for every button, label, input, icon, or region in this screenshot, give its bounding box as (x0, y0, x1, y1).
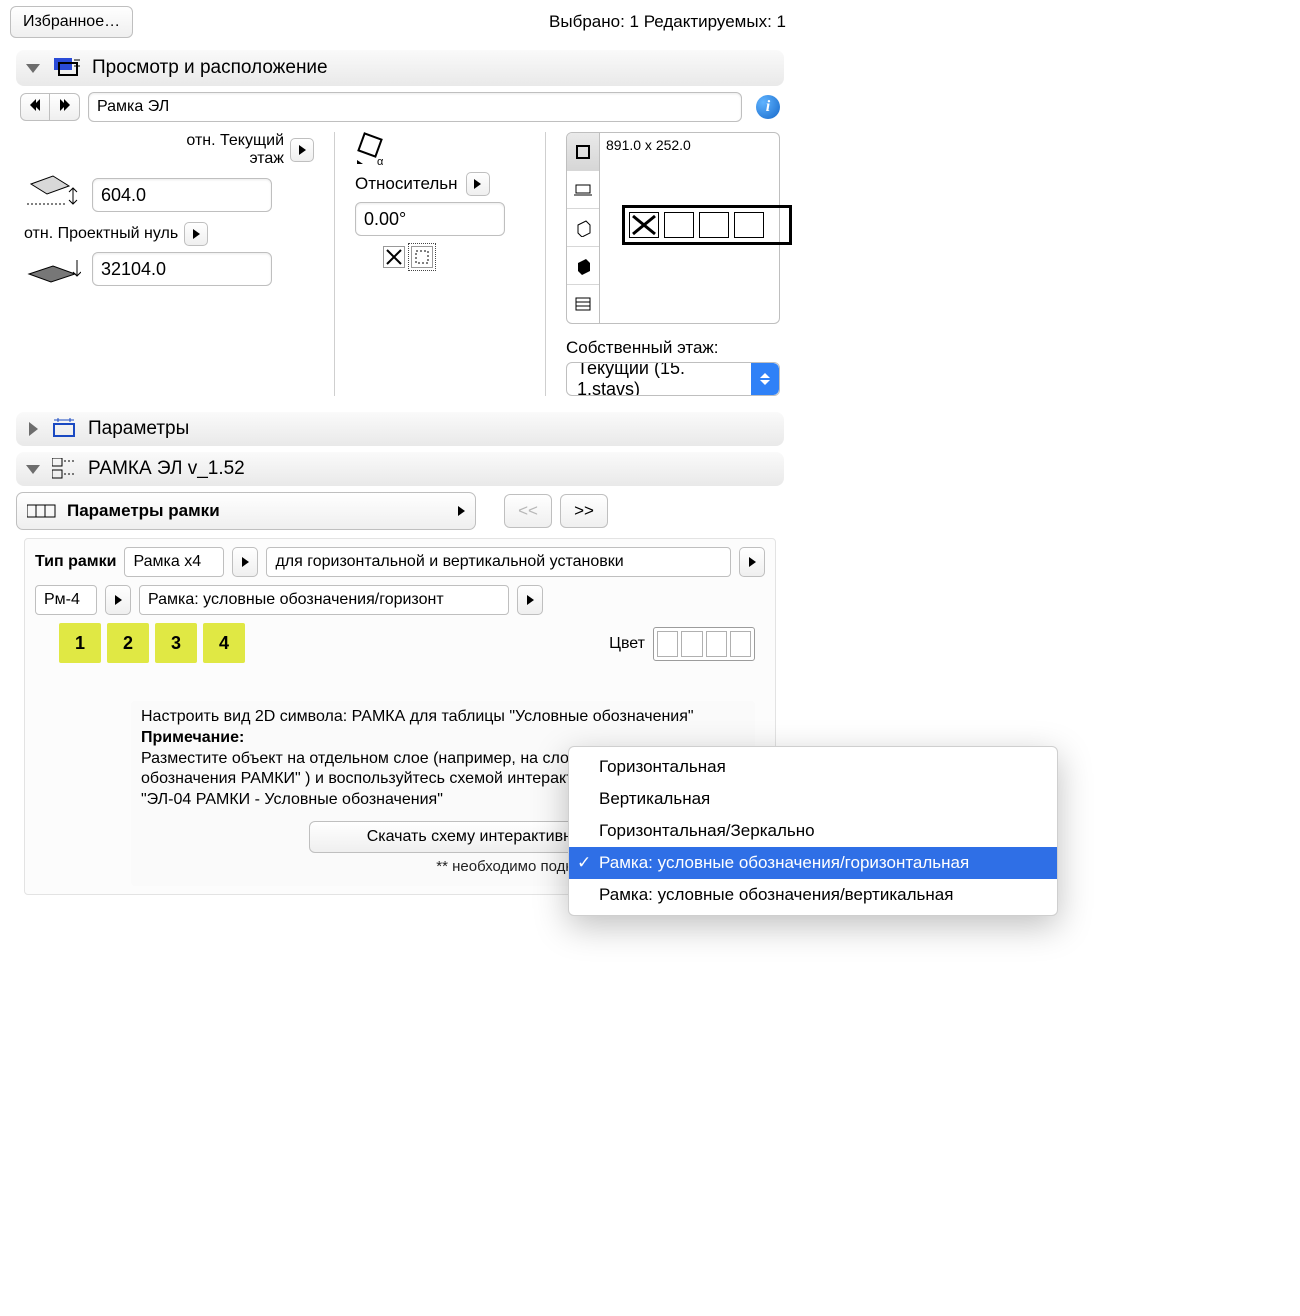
frame-type-value: Рамка x4 (124, 547, 224, 577)
frame-params-header[interactable]: Параметры рамки (16, 492, 476, 530)
object-name-field[interactable] (88, 92, 742, 122)
storey-select[interactable]: Текущий (15. 1.stavs) (566, 362, 780, 396)
frame-install-value: для горизонтальной и вертикальной устано… (266, 547, 731, 577)
color-chip[interactable] (681, 631, 702, 657)
preview-canvas: 891.0 x 252.0 (600, 132, 780, 324)
disclosure-icon (24, 460, 42, 478)
panel-parameters-title: Параметры (88, 418, 189, 440)
view-3d-icon[interactable] (567, 209, 599, 247)
height-top-field[interactable] (92, 178, 272, 212)
disclosure-icon (24, 420, 42, 438)
frame-number-tile[interactable]: 1 (59, 623, 101, 663)
frame-type-menu-button[interactable] (232, 547, 258, 577)
orientation-option[interactable]: Рамка: условные обозначения/вертикальная (569, 879, 1057, 911)
rel-current-menu-button[interactable] (290, 138, 314, 162)
page-prev-button[interactable]: << (504, 494, 552, 528)
storey-value: Текущий (15. 1.stavs) (567, 362, 751, 396)
object-nav[interactable] (20, 93, 80, 121)
panel-parameters-header[interactable]: Параметры (16, 412, 784, 446)
frame-type-label: Тип рамки (35, 553, 116, 571)
elevation-icon (20, 174, 84, 216)
note-line1: Настроить вид 2D символа: РАМКА для табл… (141, 707, 745, 728)
mirror-empty-icon[interactable] (355, 246, 377, 268)
rel-zero-label: отн. Проектный нуль (24, 225, 178, 243)
selection-status: Выбрано: 1 Редактируемых: 1 (549, 12, 786, 32)
page-next-button[interactable]: >> (560, 494, 608, 528)
frame-code-value: Рм-4 (35, 585, 97, 615)
info-icon[interactable]: i (756, 95, 780, 119)
note-heading: Примечание: (141, 729, 244, 746)
frame-install-menu-button[interactable] (739, 547, 765, 577)
view-front-icon[interactable] (567, 171, 599, 209)
relative-label: Относительн (355, 174, 458, 194)
orientation-option[interactable]: Горизонтальная/Зеркально (569, 815, 1057, 847)
ramka-icon (52, 458, 78, 480)
preview-symbol (622, 205, 792, 245)
own-storey-label: Собственный этаж: (566, 338, 780, 358)
panel-ramka-header[interactable]: РАМКА ЭЛ v_1.52 (16, 452, 784, 486)
orientation-option[interactable]: Вертикальная (569, 783, 1057, 815)
nav-next-button[interactable] (50, 93, 80, 121)
panel-preview-header[interactable]: Просмотр и расположение (16, 50, 784, 86)
view-3d-solid-icon[interactable] (567, 247, 599, 285)
orientation-popup[interactable]: ГоризонтальнаяВертикальнаяГоризонтальная… (568, 746, 1058, 916)
rel-current-label: отн. Текущий этаж (154, 132, 284, 168)
preview-mode-strip[interactable] (566, 132, 600, 324)
rel-zero-menu-button[interactable] (184, 222, 208, 246)
height-bottom-field[interactable] (92, 252, 272, 286)
frame-orient-value: Рамка: условные обозначения/горизонт (139, 585, 509, 615)
color-chip[interactable] (657, 631, 678, 657)
elevation-zero-icon (20, 254, 84, 284)
select-arrows-icon (751, 363, 779, 395)
frame-list-icon (27, 503, 57, 519)
frame-number-tile[interactable]: 2 (107, 623, 149, 663)
parameters-icon (52, 418, 78, 440)
frame-params-title: Параметры рамки (67, 501, 448, 521)
relative-menu-button[interactable] (466, 172, 490, 196)
panel-ramka-title: РАМКА ЭЛ v_1.52 (88, 458, 245, 480)
anchor-icon[interactable]: α (355, 132, 389, 166)
favorites-button[interactable]: Избранное… (10, 6, 133, 38)
frame-code-menu-button[interactable] (105, 585, 131, 615)
disclosure-icon (24, 59, 42, 77)
panel-preview-title: Просмотр и расположение (92, 57, 328, 79)
svg-text:α: α (377, 156, 384, 166)
mirror-dashed-icon[interactable] (411, 246, 433, 268)
frame-number-tile[interactable]: 4 (203, 623, 245, 663)
view-list-icon[interactable] (567, 285, 599, 323)
color-chip-group[interactable] (653, 627, 755, 661)
frame-orient-menu-button[interactable] (517, 585, 543, 615)
orientation-option[interactable]: Рамка: условные обозначения/горизонтальн… (569, 847, 1057, 879)
preview-dimensions: 891.0 x 252.0 (606, 137, 691, 153)
angle-field[interactable] (355, 202, 505, 236)
mirror-x-icon[interactable] (383, 246, 405, 268)
color-label: Цвет (609, 635, 645, 653)
view-top-icon[interactable] (567, 133, 599, 171)
preview-icon (52, 56, 82, 80)
frame-number-tile[interactable]: 3 (155, 623, 197, 663)
nav-prev-button[interactable] (20, 93, 50, 121)
orientation-option[interactable]: Горизонтальная (569, 751, 1057, 783)
color-chip[interactable] (730, 631, 751, 657)
color-chip[interactable] (706, 631, 727, 657)
chevron-right-icon (458, 506, 465, 516)
